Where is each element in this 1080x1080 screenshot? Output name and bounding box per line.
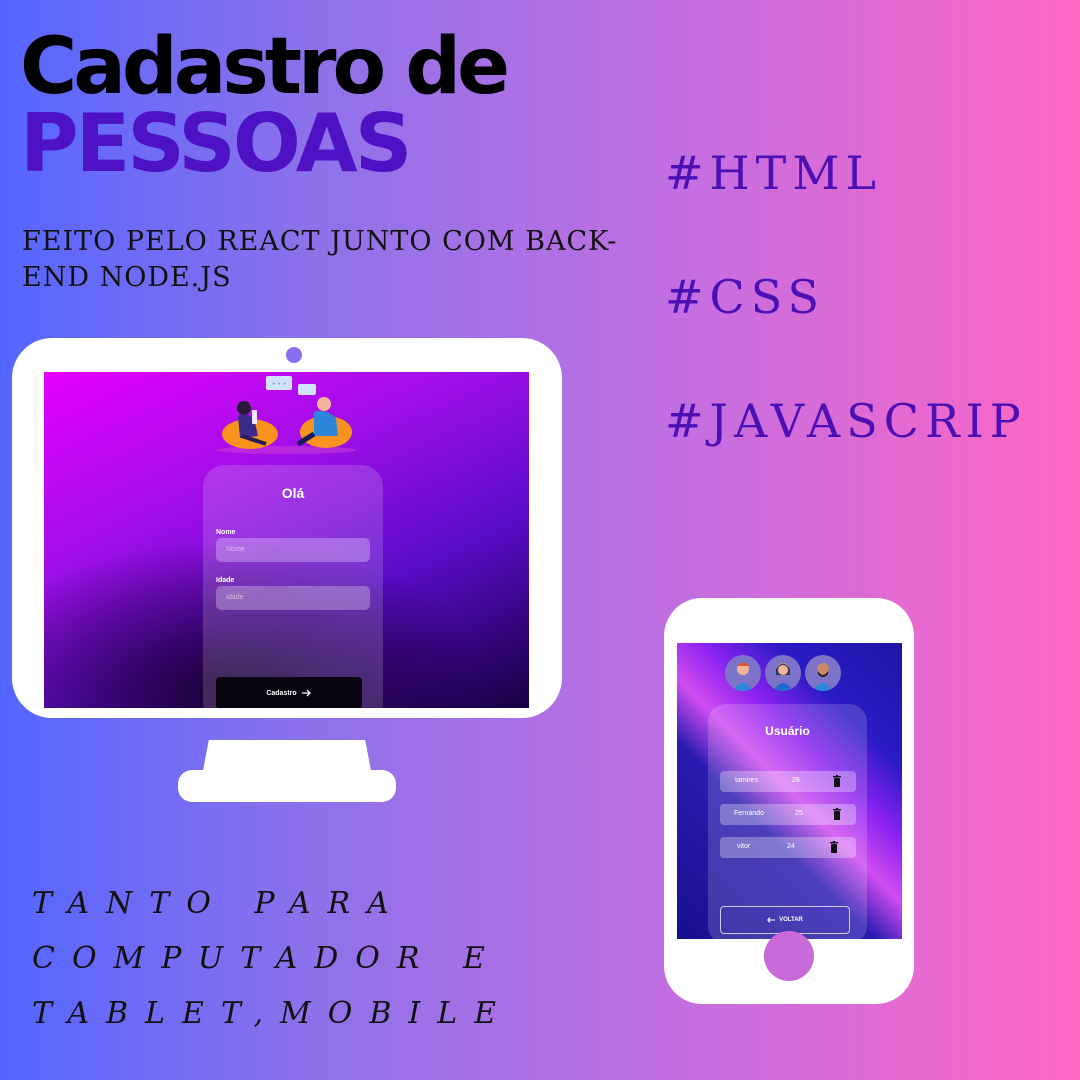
- voltar-button-label: VOLTAR: [779, 917, 803, 923]
- mobile-app-screen: Usuário tamires 28 Fernando 25 vitor 24 …: [677, 643, 902, 939]
- avatar-person-icon: [773, 663, 793, 691]
- desktop-monitor-mockup: • • • Olá Nome Nome Idade Idade Cadastro: [12, 338, 562, 718]
- arrow-left-icon: [767, 917, 776, 923]
- user-name: vitor: [737, 843, 751, 850]
- list-item: tamires 28: [720, 771, 856, 792]
- avatar-user-2: [765, 655, 801, 691]
- headline-title: Cadastro de: [20, 22, 510, 112]
- list-item: Fernando 25: [720, 804, 856, 825]
- registration-form-card: Olá Nome Nome Idade Idade Cadastro: [203, 465, 383, 708]
- cadastro-button-label: Cadastro: [266, 689, 297, 697]
- monitor-stand-base: [178, 770, 396, 802]
- tag-html: #HTML: [665, 146, 882, 200]
- user-name: Fernando: [734, 810, 764, 817]
- cadastro-button[interactable]: Cadastro: [216, 677, 362, 708]
- description-text: FEITO PELO REACT JUNTO COM BACK-END NODE…: [22, 226, 618, 293]
- trash-icon[interactable]: [830, 841, 838, 853]
- trash-icon[interactable]: [833, 775, 841, 787]
- desktop-app-screen: • • • Olá Nome Nome Idade Idade Cadastro: [44, 372, 529, 708]
- list-item: vitor 24: [720, 837, 856, 858]
- user-age: 24: [787, 843, 795, 850]
- user-age: 28: [792, 777, 800, 784]
- voltar-button[interactable]: VOLTAR: [720, 906, 850, 934]
- phone-home-button: [764, 931, 814, 981]
- arrow-right-icon: [301, 689, 311, 697]
- age-input[interactable]: Idade: [216, 586, 370, 610]
- tag-css: #CSS: [665, 270, 825, 324]
- camera-dot: [286, 347, 302, 363]
- form-title: Olá: [281, 485, 305, 501]
- age-field-label: Idade: [216, 577, 235, 584]
- name-input[interactable]: Nome: [216, 538, 370, 562]
- avatar-person-icon: [813, 663, 833, 691]
- trash-icon[interactable]: [833, 808, 841, 820]
- devices-tagline: TANTO PARA COMPUTADOR E TABLET,MOBILE: [32, 886, 514, 1031]
- phone-mockup: Usuário tamires 28 Fernando 25 vitor 24 …: [664, 598, 914, 1004]
- avatar-user-3: [805, 655, 841, 691]
- tag-javascript: #JAVASCRIP: [665, 394, 1027, 448]
- svg-text:• • •: • • •: [272, 381, 286, 388]
- avatar-person-icon: [733, 662, 753, 691]
- user-name: tamires: [735, 777, 758, 784]
- users-card: Usuário tamires 28 Fernando 25 vitor 24 …: [708, 704, 867, 939]
- headline-subject: PESSOAS: [20, 97, 412, 190]
- name-field-label: Nome: [216, 529, 236, 536]
- avatar-user-1: [725, 655, 761, 691]
- people-chatting-illustration: • • •: [216, 376, 356, 454]
- user-age: 25: [795, 810, 803, 817]
- users-title: Usuário: [765, 724, 810, 738]
